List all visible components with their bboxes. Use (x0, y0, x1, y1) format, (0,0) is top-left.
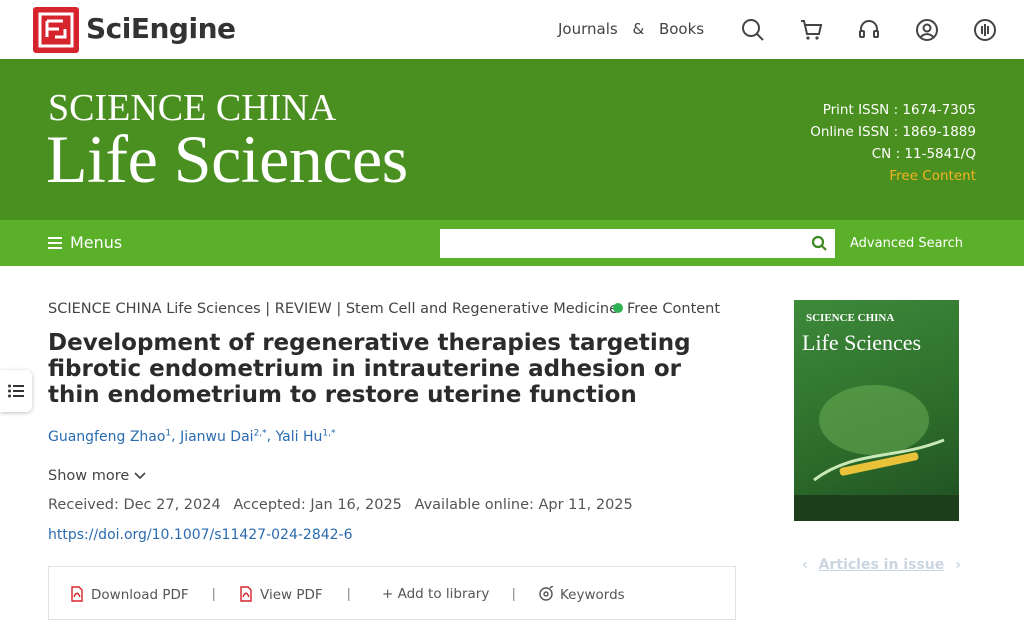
podcast-icon[interactable] (972, 17, 998, 43)
pdf-icon (71, 586, 83, 602)
menus-label: Menus (70, 233, 123, 252)
nav-journals[interactable]: Journals (558, 20, 618, 38)
download-pdf-button[interactable]: Download PDF (69, 586, 189, 603)
received-date: Received: Dec 27, 2024 (48, 497, 221, 513)
search-icon[interactable] (740, 17, 766, 43)
action-separator: | (347, 586, 351, 601)
journal-title-line2: Life Sciences (46, 121, 408, 197)
available-date: Available online: Apr 11, 2025 (414, 497, 633, 513)
green-dot-icon (613, 303, 623, 313)
top-nav: Journals & Books (558, 20, 714, 38)
accepted-date: Accepted: Jan 16, 2025 (233, 497, 402, 513)
keywords-button[interactable]: Keywords (538, 585, 625, 603)
action-separator: | (212, 586, 216, 601)
search-box (440, 229, 835, 258)
free-content-label: Free Content (889, 168, 976, 184)
cn-number: CN : 11-5841/Q (871, 146, 976, 162)
menu-bar: Menus Advanced Search (0, 220, 1024, 266)
tag-icon (539, 585, 554, 601)
author-link[interactable]: Jianwu Dai2,* (180, 428, 267, 445)
author-link[interactable]: Guangfeng Zhao1 (48, 428, 171, 445)
menus-button[interactable]: Menus (48, 233, 122, 252)
journal-banner: SCIENCE CHINA Life Sciences Print ISSN :… (0, 59, 1024, 220)
show-more-button[interactable]: Show more (48, 468, 146, 484)
view-pdf-button[interactable]: View PDF (238, 586, 323, 603)
top-header: SciEngine Journals & Books (0, 0, 1024, 59)
article-meta: SCIENCE CHINA Life Sciences | REVIEW | S… (48, 301, 619, 317)
doi-link[interactable]: https://doi.org/10.1007/s11427-024-2842-… (48, 527, 353, 543)
headset-icon[interactable] (856, 17, 882, 43)
advanced-search-link[interactable]: Advanced Search (850, 236, 963, 251)
cover-artwork (794, 385, 959, 521)
next-issue-arrow[interactable]: › (955, 557, 961, 573)
articles-in-issue-nav: ‹ Articles in issue › (802, 557, 961, 573)
author-link[interactable]: Yali Hu1,* (276, 428, 336, 445)
nav-books[interactable]: Books (659, 20, 704, 38)
cart-icon[interactable] (798, 17, 824, 43)
article-dates: Received: Dec 27, 2024 Accepted: Jan 16,… (48, 497, 641, 513)
journal-cover-image[interactable]: SCIENCE CHINA Life Sciences (794, 300, 959, 521)
free-content-badge: Free Content (613, 301, 720, 317)
sciengine-logo[interactable] (33, 7, 79, 53)
list-icon (8, 384, 24, 398)
nav-ampersand: & (632, 20, 645, 38)
search-icon[interactable] (811, 235, 827, 256)
pdf-icon (240, 586, 252, 602)
user-icon[interactable] (914, 17, 940, 43)
search-input[interactable] (440, 229, 800, 258)
print-issn: Print ISSN : 1674-7305 (822, 102, 976, 118)
add-to-library-button[interactable]: + Add to library (382, 586, 489, 602)
brand-name[interactable]: SciEngine (86, 12, 236, 45)
hamburger-icon (48, 237, 62, 249)
prev-issue-arrow[interactable]: ‹ (802, 557, 808, 573)
articles-in-issue-link[interactable]: Articles in issue (819, 557, 945, 573)
chevron-down-icon (134, 472, 146, 480)
action-separator: | (512, 586, 516, 601)
article-title: Development of regenerative therapies ta… (48, 330, 691, 408)
author-list: Guangfeng Zhao1, Jianwu Dai2,*, Yali Hu1… (48, 428, 336, 445)
online-issn: Online ISSN : 1869-1889 (810, 124, 976, 140)
toc-toggle-button[interactable] (0, 370, 32, 412)
article-action-bar: Download PDF | View PDF | + Add to libra… (48, 566, 736, 620)
journal-info: Print ISSN : 1674-7305 Online ISSN : 186… (810, 99, 976, 187)
